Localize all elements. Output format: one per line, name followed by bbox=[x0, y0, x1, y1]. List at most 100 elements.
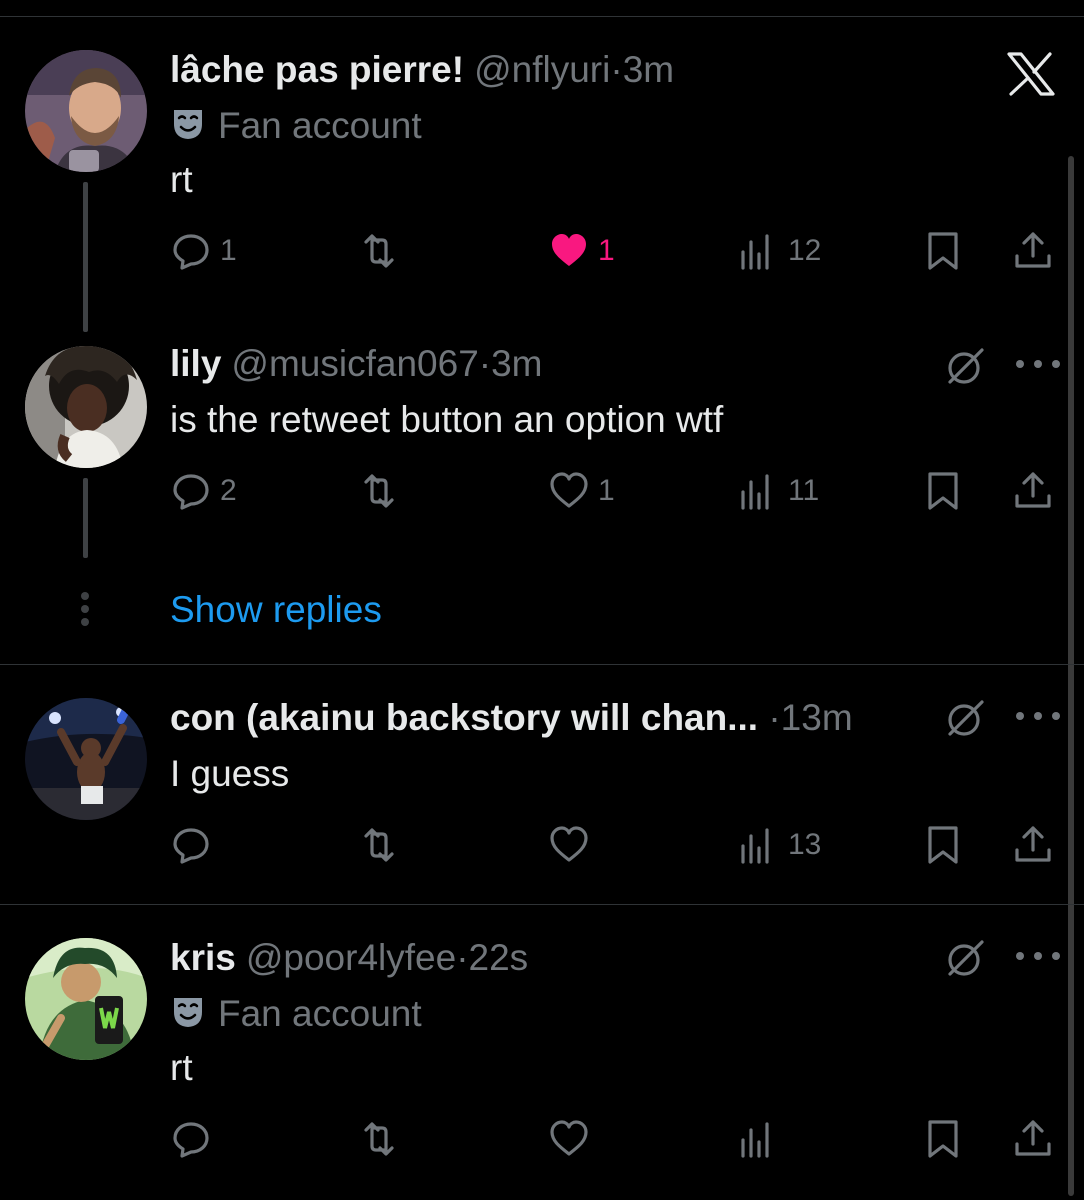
bookmark-icon bbox=[928, 232, 958, 270]
reply-icon bbox=[173, 474, 209, 510]
grok-icon[interactable] bbox=[944, 344, 988, 388]
repost-icon bbox=[364, 234, 394, 268]
thread-connector-line bbox=[83, 478, 88, 558]
tweet-header: kris @poor4lyfee·22s bbox=[170, 936, 528, 980]
tweet-divider bbox=[0, 664, 1084, 665]
views-chart-icon bbox=[741, 1122, 769, 1158]
timestamp[interactable]: 22s bbox=[469, 937, 529, 978]
tweet-text: rt bbox=[170, 1047, 193, 1088]
theater-mask-icon bbox=[170, 994, 206, 1030]
heart-filled-icon bbox=[552, 234, 586, 266]
views-chart-icon bbox=[741, 234, 769, 270]
views-chart-icon bbox=[741, 474, 769, 510]
avatar[interactable] bbox=[25, 50, 147, 172]
more-options-icon[interactable] bbox=[1016, 356, 1060, 372]
more-options-icon[interactable] bbox=[1016, 708, 1060, 724]
views-chart-icon bbox=[741, 828, 769, 864]
tweet-header: lâche pas pierre! @nflyuri·3m bbox=[170, 48, 674, 92]
tweet-text: is the retweet button an option wtf bbox=[170, 399, 724, 440]
fan-account-badge: Fan account bbox=[170, 104, 422, 148]
separator-dot: · bbox=[456, 937, 469, 978]
repost-button[interactable] bbox=[358, 1118, 408, 1160]
bookmark-icon bbox=[928, 1120, 958, 1158]
bookmark-button[interactable] bbox=[922, 1118, 964, 1160]
display-name[interactable]: con (akainu backstory will chan... bbox=[170, 697, 758, 738]
share-icon bbox=[1015, 1120, 1051, 1156]
avatar[interactable] bbox=[25, 698, 147, 820]
views-count: 13 bbox=[788, 828, 822, 861]
bookmark-icon bbox=[928, 472, 958, 510]
scrollbar[interactable] bbox=[1068, 156, 1074, 1196]
share-button[interactable] bbox=[1012, 1118, 1054, 1160]
username-handle[interactable]: @poor4lyfee bbox=[246, 937, 456, 978]
tweet-header: lily @musicfan067·3m bbox=[170, 342, 543, 386]
separator-dot: · bbox=[610, 49, 623, 90]
top-divider bbox=[0, 16, 1084, 17]
bookmark-button[interactable] bbox=[922, 470, 964, 512]
like-count: 1 bbox=[598, 234, 615, 267]
share-button[interactable] bbox=[1012, 824, 1054, 866]
repost-button[interactable] bbox=[358, 470, 408, 512]
views-button[interactable]: 12 bbox=[738, 230, 821, 272]
views-button[interactable] bbox=[738, 1118, 788, 1160]
reply-icon bbox=[173, 1122, 209, 1158]
reply-button[interactable]: 1 bbox=[170, 230, 237, 272]
grok-icon[interactable] bbox=[944, 696, 988, 740]
display-name[interactable]: lily bbox=[170, 343, 221, 384]
views-count: 11 bbox=[788, 474, 820, 507]
views-button[interactable]: 11 bbox=[738, 470, 819, 512]
share-icon bbox=[1015, 472, 1051, 508]
like-button[interactable]: 1 bbox=[548, 470, 615, 512]
timestamp[interactable]: 3m bbox=[623, 49, 674, 90]
like-button[interactable] bbox=[548, 824, 598, 866]
repost-icon bbox=[364, 474, 394, 508]
repost-icon bbox=[364, 1122, 394, 1156]
bookmark-icon bbox=[928, 826, 958, 864]
reply-button[interactable] bbox=[170, 1118, 220, 1160]
views-button[interactable]: 13 bbox=[738, 824, 821, 866]
share-button[interactable] bbox=[1012, 230, 1054, 272]
bookmark-button[interactable] bbox=[922, 824, 964, 866]
username-handle[interactable]: @nflyuri bbox=[474, 49, 610, 90]
more-options-icon[interactable] bbox=[1016, 948, 1060, 964]
thread-ellipsis-icon bbox=[80, 592, 90, 626]
avatar[interactable] bbox=[25, 346, 147, 468]
reply-button[interactable] bbox=[170, 824, 220, 866]
like-button[interactable]: 1 bbox=[548, 230, 615, 272]
share-icon bbox=[1015, 826, 1051, 862]
repost-button[interactable] bbox=[358, 824, 408, 866]
reply-button[interactable]: 2 bbox=[170, 470, 237, 512]
bookmark-button[interactable] bbox=[922, 230, 964, 272]
heart-icon bbox=[550, 472, 588, 508]
x-logo-icon[interactable] bbox=[1006, 52, 1056, 96]
views-count: 12 bbox=[788, 234, 822, 267]
separator-dot: · bbox=[478, 343, 492, 384]
avatar[interactable] bbox=[25, 938, 147, 1060]
reply-count: 1 bbox=[220, 234, 237, 267]
share-button[interactable] bbox=[1012, 470, 1054, 512]
show-replies-link[interactable]: Show replies bbox=[170, 588, 382, 632]
tweet-text: I guess bbox=[170, 753, 290, 794]
username-handle[interactable]: @musicfan067 bbox=[231, 343, 478, 384]
tweet-header: con (akainu backstory will chan... ·13m bbox=[170, 696, 853, 740]
reply-icon bbox=[173, 234, 209, 270]
separator-dot: · bbox=[768, 697, 781, 738]
repost-icon bbox=[364, 828, 394, 862]
display-name[interactable]: kris bbox=[170, 937, 236, 978]
display-name[interactable]: lâche pas pierre! bbox=[170, 49, 464, 90]
tweet-divider bbox=[0, 904, 1084, 905]
tweet-text: rt bbox=[170, 159, 193, 200]
timestamp[interactable]: 13m bbox=[781, 697, 853, 738]
grok-icon[interactable] bbox=[944, 936, 988, 980]
thread-connector-line bbox=[83, 182, 88, 332]
timestamp[interactable]: 3m bbox=[491, 343, 542, 384]
theater-mask-icon bbox=[170, 106, 206, 142]
fan-account-label: Fan account bbox=[218, 993, 422, 1034]
like-button[interactable] bbox=[548, 1118, 598, 1160]
heart-icon bbox=[550, 826, 588, 862]
fan-account-label: Fan account bbox=[218, 105, 422, 146]
heart-icon bbox=[550, 1120, 588, 1156]
like-count: 1 bbox=[598, 474, 615, 507]
reply-icon bbox=[173, 828, 209, 864]
repost-button[interactable] bbox=[358, 230, 408, 272]
